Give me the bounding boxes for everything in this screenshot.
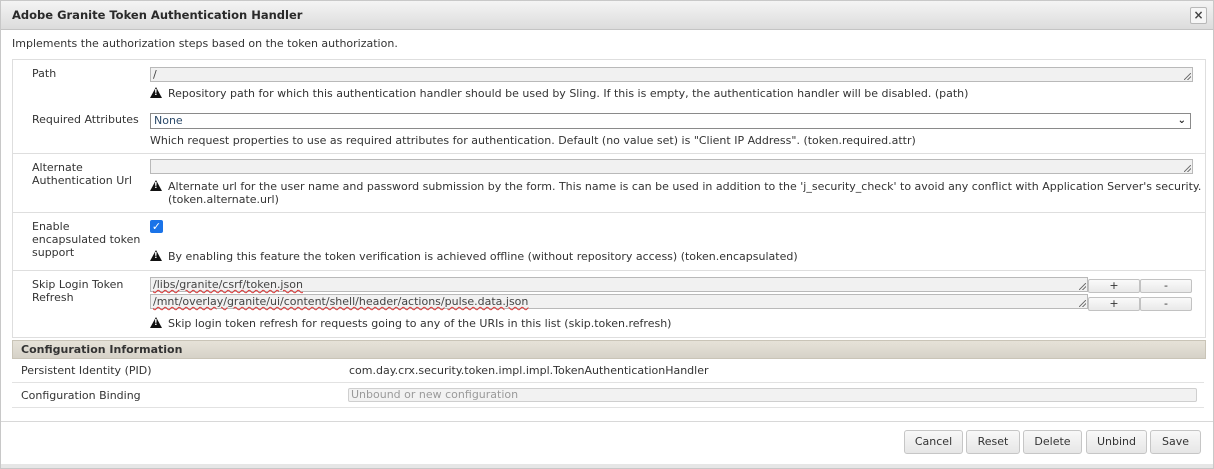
row-skip-token-refresh: Skip Login Token Refresh /libs/granite/c…: [12, 271, 1206, 338]
warning-icon: [150, 250, 162, 261]
pid-label: Persistent Identity (PID): [21, 364, 152, 377]
binding-label: Configuration Binding: [21, 389, 141, 402]
binding-row: Configuration Binding Unbound or new con…: [12, 383, 1204, 408]
warning-icon: [150, 317, 162, 328]
skip-token-refresh-label: Skip Login Token Refresh: [32, 278, 124, 304]
alternate-url-label: Alternate Authentication Url: [32, 161, 132, 187]
row-path: Path / Repository path for which this au…: [12, 59, 1206, 107]
alternate-url-input[interactable]: [150, 159, 1193, 174]
delete-button[interactable]: Delete: [1023, 430, 1082, 454]
pid-row: Persistent Identity (PID) com.day.crx.se…: [12, 358, 1204, 383]
path-input[interactable]: /: [150, 67, 1193, 82]
skip-refresh-input-2[interactable]: /mnt/overlay/granite/ui/content/shell/he…: [150, 294, 1088, 309]
encapsulated-token-hint: By enabling this feature the token verif…: [150, 250, 798, 263]
remove-entry-button[interactable]: -: [1140, 297, 1192, 311]
required-attributes-select[interactable]: None ⌄: [150, 113, 1191, 129]
skip-refresh-value-2: /mnt/overlay/granite/ui/content/shell/he…: [153, 295, 529, 308]
encapsulated-token-checkbox[interactable]: ✓: [150, 220, 163, 233]
chevron-down-icon: ⌄: [1177, 115, 1186, 126]
skip-refresh-value-1: /libs/granite/csrf/token.json: [153, 278, 303, 291]
row-encapsulated-token: Enable encapsulated token support ✓ By e…: [12, 213, 1206, 271]
bottom-strip: [1, 464, 1213, 468]
remove-entry-button[interactable]: -: [1140, 279, 1192, 293]
pid-value: com.day.crx.security.token.impl.impl.Tok…: [349, 364, 709, 377]
dialog-titlebar: Adobe Granite Token Authentication Handl…: [1, 1, 1213, 30]
resize-handle-icon[interactable]: [1079, 300, 1086, 307]
resize-handle-icon[interactable]: [1079, 283, 1086, 290]
required-attributes-hint: Which request properties to use as requi…: [150, 134, 916, 147]
reset-button[interactable]: Reset: [966, 430, 1020, 454]
close-icon: ×: [1193, 8, 1204, 22]
skip-token-refresh-hint: Skip login token refresh for requests go…: [150, 317, 671, 330]
path-hint: Repository path for which this authentic…: [150, 87, 968, 100]
row-alternate-url: Alternate Authentication Url Alternate u…: [12, 154, 1206, 213]
warning-icon: [150, 87, 162, 98]
alternate-url-hint: Alternate url for the user name and pass…: [150, 180, 1201, 206]
add-entry-button[interactable]: +: [1088, 279, 1140, 293]
add-entry-button[interactable]: +: [1088, 297, 1140, 311]
warning-icon: [150, 180, 162, 191]
save-button[interactable]: Save: [1150, 430, 1201, 454]
resize-handle-icon[interactable]: [1184, 165, 1191, 172]
cancel-button[interactable]: Cancel: [904, 430, 963, 454]
resize-handle-icon[interactable]: [1184, 73, 1191, 80]
binding-field: Unbound or new configuration: [348, 388, 1197, 402]
encapsulated-token-label: Enable encapsulated token support: [32, 220, 141, 259]
required-attributes-selected: None: [154, 114, 183, 127]
close-button[interactable]: ×: [1190, 7, 1207, 24]
config-info-header: Configuration Information: [12, 340, 1206, 359]
required-attributes-label: Required Attributes: [32, 113, 139, 126]
unbind-button[interactable]: Unbind: [1086, 430, 1147, 454]
check-icon: ✓: [151, 220, 162, 233]
path-input-value: /: [153, 68, 157, 81]
skip-refresh-input-1[interactable]: /libs/granite/csrf/token.json: [150, 277, 1088, 292]
dialog-description: Implements the authorization steps based…: [12, 37, 398, 50]
footer-divider: [1, 421, 1213, 422]
path-label: Path: [32, 67, 57, 80]
config-dialog: Adobe Granite Token Authentication Handl…: [0, 0, 1214, 469]
row-required-attributes: Required Attributes None ⌄ Which request…: [12, 106, 1206, 154]
dialog-title: Adobe Granite Token Authentication Handl…: [12, 8, 303, 22]
